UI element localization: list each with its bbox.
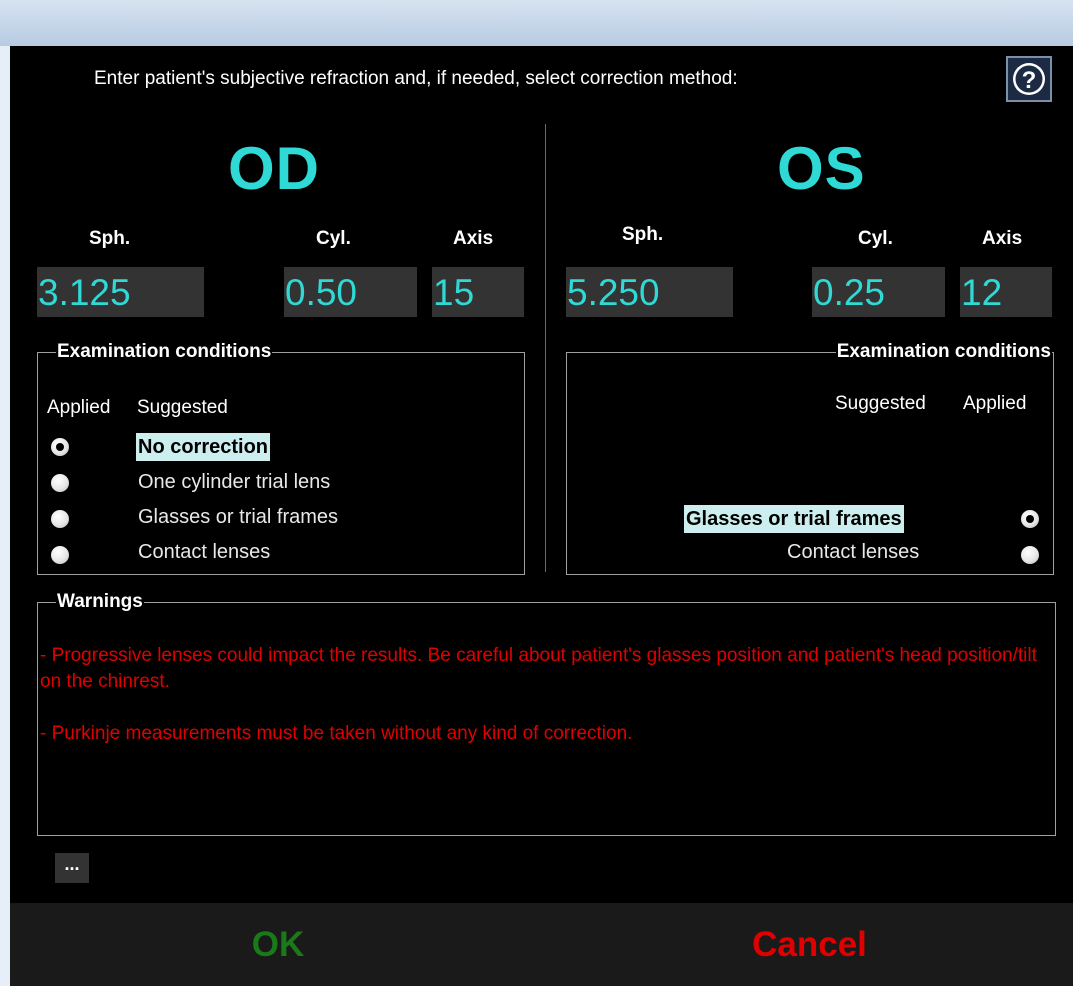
od-option-glasses[interactable]: Glasses or trial frames — [138, 506, 338, 529]
od-examination-conditions: Examination conditions Applied Suggested… — [37, 341, 525, 575]
od-option-one-cylinder[interactable]: One cylinder trial lens — [138, 471, 330, 494]
od-conditions-legend: Examination conditions — [57, 341, 272, 362]
os-cyl-label: Cyl. — [858, 228, 893, 249]
os-sph-field[interactable]: 5.250 — [566, 267, 733, 317]
os-axis-field[interactable]: 12 — [960, 267, 1052, 317]
od-sph-field[interactable]: 3.125 — [37, 267, 204, 317]
window-title-bar[interactable] — [0, 0, 1073, 46]
od-axis-label: Axis — [453, 228, 494, 249]
os-option-glasses[interactable]: Glasses or trial frames — [684, 505, 904, 533]
od-suggested-label: Suggested — [137, 397, 228, 418]
instruction-text: Enter patient's subjective refraction an… — [94, 68, 738, 89]
cancel-button[interactable]: Cancel — [546, 903, 1073, 986]
warnings-panel: Warnings - Progressive lenses could impa… — [37, 591, 1056, 836]
od-radio-one-cylinder[interactable] — [51, 474, 69, 492]
os-sph-label: Sph. — [622, 224, 664, 245]
os-radio-contact-lenses[interactable] — [1021, 546, 1039, 564]
od-radio-contact-lenses[interactable] — [51, 546, 69, 564]
warnings-text: - Progressive lenses could impact the re… — [40, 643, 1050, 747]
od-option-contact-lenses[interactable]: Contact lenses — [138, 541, 270, 564]
question-mark-icon: ? — [1013, 63, 1045, 95]
os-suggested-label: Suggested — [835, 393, 926, 414]
eye-divider — [545, 124, 546, 572]
help-button[interactable]: ? — [1006, 56, 1052, 102]
ok-button[interactable]: OK — [10, 903, 546, 986]
os-option-contact-lenses[interactable]: Contact lenses — [787, 541, 919, 564]
warning-purkinje: - Purkinje measurements must be taken wi… — [40, 723, 633, 744]
more-button[interactable]: ... — [55, 853, 89, 883]
os-title: OS — [777, 135, 866, 202]
os-conditions-legend: Examination conditions — [836, 341, 1051, 362]
warning-progressive-lenses: - Progressive lenses could impact the re… — [40, 645, 1037, 692]
os-cyl-field[interactable]: 0.25 — [812, 267, 945, 317]
os-radio-glasses[interactable] — [1021, 510, 1039, 528]
od-applied-label: Applied — [47, 397, 111, 418]
od-title: OD — [228, 135, 320, 202]
svg-text:?: ? — [1022, 67, 1037, 94]
dialog-footer: OK Cancel — [10, 903, 1073, 986]
refraction-dialog: Enter patient's subjective refraction an… — [10, 46, 1073, 986]
od-radio-glasses[interactable] — [51, 510, 69, 528]
os-examination-conditions: Examination conditions Suggested Applied… — [566, 341, 1054, 575]
od-axis-field[interactable]: 15 — [432, 267, 524, 317]
warnings-legend: Warnings — [57, 591, 143, 612]
od-cyl-field[interactable]: 0.50 — [284, 267, 417, 317]
od-sph-label: Sph. — [89, 228, 131, 249]
od-radio-no-correction[interactable] — [51, 438, 69, 456]
od-cyl-label: Cyl. — [316, 228, 351, 249]
os-applied-label: Applied — [963, 393, 1027, 414]
os-axis-label: Axis — [982, 228, 1023, 249]
od-option-no-correction[interactable]: No correction — [136, 433, 271, 461]
